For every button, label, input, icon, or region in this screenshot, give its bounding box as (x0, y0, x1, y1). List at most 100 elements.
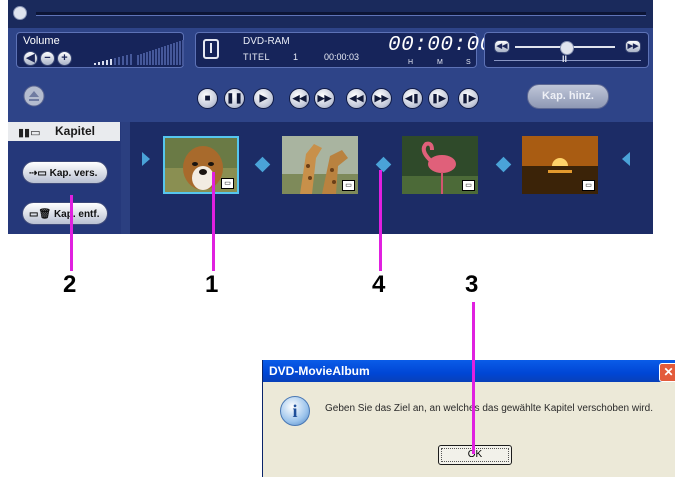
volume-bar-inactive (137, 55, 139, 65)
eject-icon[interactable] (23, 85, 45, 107)
volume-label: Volume (23, 35, 60, 47)
seek-track[interactable] (36, 12, 646, 16)
chapter-tools: ▮▮▭ Kapitel ⇢▭ Kap. vers. ▭🗑 Kap. entf. (8, 122, 121, 234)
info-display: DVD-RAM TITEL 1 00:00:03 00:00:00 H M S (195, 32, 492, 68)
rewind-icon[interactable]: ◀◀ (289, 88, 310, 109)
player-window: Volume ◀ − + DVD-RAM TITEL 1 00:00:03 00… (8, 0, 653, 234)
volume-bar-inactive (161, 47, 163, 65)
disc-type: DVD-RAM (243, 36, 290, 47)
chapter-thumbnail-3[interactable]: ▭ (402, 136, 478, 194)
callout-2: 2 (63, 271, 77, 298)
kapitel-tab[interactable]: ▮▮▭ Kapitel (8, 122, 120, 141)
delete-chapter-label: Kap. entf. (53, 209, 100, 220)
seek-bar[interactable] (8, 0, 653, 28)
chapter-icon: ▮▮▭ (18, 127, 41, 139)
chapter-marker-icon: ▭ (462, 180, 475, 191)
chapter-strip: ▭ ▭ ▭ ▭ (130, 122, 653, 234)
chapter-time: 00:00:03 (324, 52, 360, 62)
hours-unit: H (408, 59, 414, 66)
move-chapter-label: Kap. vers. (49, 168, 98, 179)
volume-bar-inactive (170, 44, 172, 65)
dialog-message: Geben Sie das Ziel an, an welches das ge… (325, 403, 653, 414)
volume-bar (106, 60, 108, 65)
chapter-area: ▮▮▭ Kapitel ⇢▭ Kap. vers. ▭🗑 Kap. entf. (8, 122, 653, 234)
rewind-small-icon[interactable]: ◀◀ (494, 40, 510, 53)
transport-bar: ■ ❚❚ ▶ ◀◀ ▶▶ ◀◀ ▶▶ ◀❚ ❚▶ ❚▶ Kap. hinz. (8, 74, 653, 122)
titel-number: 1 (293, 52, 299, 62)
disc-icon (203, 39, 219, 59)
message-dialog: DVD-MovieAlbum ✕ i Geben Sie das Ziel an… (262, 360, 675, 477)
fast-forward-small-icon[interactable]: ▶▶ (625, 40, 641, 53)
insert-marker-icon[interactable] (622, 152, 630, 166)
play-icon[interactable]: ▶ (253, 88, 274, 109)
ok-button[interactable]: OK (438, 445, 512, 465)
callout-line-3 (472, 302, 475, 454)
volume-up-button[interactable]: + (57, 51, 72, 66)
insert-marker-icon[interactable] (254, 156, 271, 173)
volume-bar (130, 54, 132, 65)
chapter-thumbnail-1[interactable]: ▭ (163, 136, 239, 194)
volume-bar (102, 61, 104, 65)
add-chapter-label: Kap. hinz. (542, 90, 594, 102)
volume-bar-inactive (155, 49, 157, 65)
chapter-marker-icon: ▭ (342, 180, 355, 191)
callout-line-2 (70, 195, 73, 271)
volume-bar (110, 59, 112, 65)
volume-bar-inactive (164, 46, 166, 65)
time-display: 00:00:00 (388, 34, 493, 57)
volume-bar-inactive (140, 54, 142, 65)
volume-bar-inactive (146, 52, 148, 65)
seconds-unit: S (466, 59, 471, 66)
speed-slider-knob[interactable] (560, 41, 574, 55)
pause-mark-icon: II (562, 54, 568, 64)
volume-bar (122, 56, 124, 65)
dialog-title: DVD-MovieAlbum (269, 364, 370, 378)
minutes-unit: M (437, 59, 443, 66)
volume-panel: Volume ◀ − + (16, 32, 184, 68)
delete-chapter-button[interactable]: ▭🗑 Kap. entf. (22, 202, 108, 225)
volume-bar-inactive (158, 48, 160, 65)
chapter-thumbnail-2[interactable]: ▭ (282, 136, 358, 194)
step-forward-icon[interactable]: ❚▶ (428, 88, 449, 109)
volume-bar (98, 62, 100, 65)
info-icon: i (280, 396, 310, 426)
volume-bar (118, 57, 120, 65)
dialog-titlebar[interactable]: DVD-MovieAlbum ✕ (263, 360, 675, 382)
previous-chapter-icon[interactable]: ◀◀ (346, 88, 367, 109)
titel-label: TITEL (243, 52, 271, 62)
control-panel: Volume ◀ − + DVD-RAM TITEL 1 00:00:03 00… (8, 28, 653, 74)
pause-icon[interactable]: ❚❚ (224, 88, 245, 109)
volume-bar-inactive (167, 45, 169, 65)
volume-bar (94, 63, 96, 65)
add-chapter-button[interactable]: Kap. hinz. (527, 84, 609, 109)
volume-bar (114, 58, 116, 65)
volume-bar-inactive (179, 41, 181, 65)
chapter-marker-icon: ▭ (582, 180, 595, 191)
next-chapter-icon[interactable]: ▶▶ (371, 88, 392, 109)
chapter-thumbnail-4[interactable]: ▭ (522, 136, 598, 194)
callout-line-1 (212, 172, 215, 271)
move-chapter-button[interactable]: ⇢▭ Kap. vers. (22, 161, 108, 184)
kapitel-label: Kapitel (55, 124, 96, 138)
volume-bar-inactive (173, 43, 175, 65)
callout-1: 1 (205, 271, 219, 298)
move-chapter-icon: ⇢▭ (29, 168, 47, 179)
callout-3: 3 (465, 271, 479, 298)
volume-down-button[interactable]: − (40, 51, 55, 66)
seek-knob[interactable] (13, 6, 27, 20)
delete-chapter-icon: ▭🗑 (29, 209, 52, 220)
frame-advance-icon[interactable]: ❚▶ (458, 88, 479, 109)
insert-marker-icon[interactable] (495, 156, 512, 173)
fast-forward-icon[interactable]: ▶▶ (314, 88, 335, 109)
stop-icon[interactable]: ■ (197, 88, 218, 109)
step-back-icon[interactable]: ◀❚ (402, 88, 423, 109)
mute-icon[interactable]: ◀ (23, 51, 38, 66)
volume-bar-inactive (152, 50, 154, 65)
volume-bar-inactive (149, 51, 151, 65)
insert-marker-icon[interactable] (142, 152, 150, 166)
volume-bar-inactive (176, 42, 178, 65)
close-icon[interactable]: ✕ (659, 363, 675, 382)
callout-4: 4 (372, 271, 386, 298)
speed-panel: ◀◀ ▶▶ II (484, 32, 649, 68)
volume-bar-inactive (143, 53, 145, 65)
